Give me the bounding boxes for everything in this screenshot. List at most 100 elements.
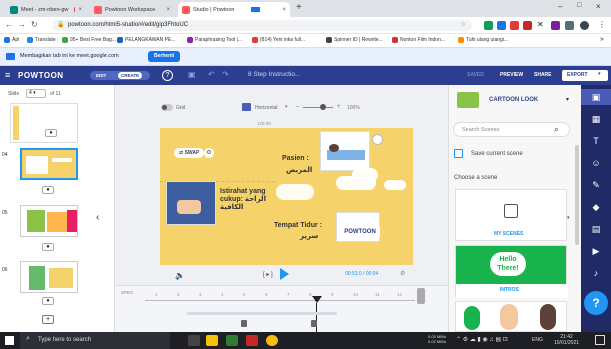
settings-icon[interactable]: ⚙: [400, 270, 405, 277]
slide-number-select[interactable]: 4 ▾: [26, 89, 46, 98]
chrome-icon[interactable]: [266, 335, 278, 346]
camera-icon[interactable]: ⏺: [42, 186, 54, 194]
language-indicator[interactable]: ENG: [532, 337, 543, 343]
profile-avatar[interactable]: [580, 21, 589, 30]
camera-icon[interactable]: ⏺: [45, 129, 57, 137]
hamburger-icon[interactable]: ≡: [5, 70, 10, 80]
slide-thumbnail-6[interactable]: [20, 261, 78, 293]
extension-icon[interactable]: [523, 21, 532, 30]
props-tool-icon[interactable]: ✎: [581, 177, 611, 193]
stop-sharing-button[interactable]: Berhenti: [148, 51, 181, 62]
video-tool-icon[interactable]: ▶: [581, 243, 611, 259]
close-icon[interactable]: ×: [282, 7, 286, 13]
app-icon[interactable]: [226, 335, 238, 346]
rest-image[interactable]: [166, 181, 216, 225]
bookmark-item[interactable]: 95+ Best Free Bag...: [62, 37, 116, 43]
slide-thumbnail-4[interactable]: [20, 148, 78, 180]
menu-dots-icon[interactable]: ⋮: [598, 20, 606, 29]
bookmark-item[interactable]: (814) Yeni inka full...: [252, 37, 305, 43]
camera-icon[interactable]: ⏺: [42, 243, 54, 251]
text-istirahat[interactable]: Istirahat yang cukup: الراحة الكافية: [220, 188, 280, 212]
forward-icon[interactable]: →: [18, 20, 26, 29]
play-icon[interactable]: [280, 268, 289, 280]
bookmark-item[interactable]: Translate: [27, 37, 56, 43]
chevron-down-icon[interactable]: ▾: [567, 215, 570, 221]
chevron-down-icon[interactable]: ▾: [285, 104, 288, 110]
scene-search-input[interactable]: Search Scenes ⌕: [453, 122, 570, 137]
text-tool-icon[interactable]: T: [581, 133, 611, 149]
sound-tool-icon[interactable]: ♪: [581, 265, 611, 281]
notifications-icon[interactable]: [595, 335, 605, 345]
zoom-handle[interactable]: [320, 104, 326, 110]
minimize-icon[interactable]: –: [558, 2, 562, 11]
backgrounds-tool-icon[interactable]: ▦: [581, 111, 611, 127]
intros-card[interactable]: Hello There! INTROS: [455, 245, 568, 298]
new-tab-button[interactable]: +: [296, 2, 302, 13]
camera-icon[interactable]: ⏺: [42, 297, 54, 305]
copy-icon[interactable]: ▣: [188, 70, 196, 79]
text-tempat-arabic[interactable]: سرير: [300, 232, 318, 240]
search-icon[interactable]: ⌕: [554, 124, 559, 135]
app-icon[interactable]: [246, 335, 258, 346]
text-pasien-arabic[interactable]: المريض: [286, 166, 312, 174]
orientation-label[interactable]: Horizontal: [255, 105, 278, 111]
chevron-left-icon[interactable]: ‹: [96, 212, 99, 223]
media-tool-icon[interactable]: ▤: [581, 221, 611, 237]
gear-icon[interactable]: ⚙: [204, 148, 214, 158]
clock[interactable]: 21:42 10/01/2021: [554, 334, 579, 346]
puzzle-icon[interactable]: [565, 21, 574, 30]
element-marker[interactable]: [241, 320, 247, 327]
add-slide-button[interactable]: +: [42, 315, 54, 324]
scene-canvas[interactable]: ⇄ SWAP ⚙ Pasien : المريض Istirahat yang …: [160, 128, 413, 265]
scenes-tool-icon[interactable]: ▣: [581, 89, 611, 105]
close-icon[interactable]: ×: [166, 7, 170, 13]
category-label[interactable]: CARTOON LOOK: [489, 97, 538, 103]
help-button[interactable]: ?: [584, 291, 608, 315]
url-field[interactable]: 🔒 powtoon.com/html5-studio/#/edit/gip3Fh…: [52, 20, 472, 31]
element-marker[interactable]: [311, 320, 317, 327]
zoom-in-icon[interactable]: +: [337, 104, 341, 110]
play-range-label[interactable]: [ ▸ ]: [263, 271, 273, 278]
characters-tool-icon[interactable]: ☺: [581, 155, 611, 171]
create-label[interactable]: CREATE: [118, 72, 143, 79]
my-scenes-card[interactable]: MY SCENES: [455, 189, 567, 241]
star-icon[interactable]: ☆: [461, 20, 466, 31]
zoom-out-icon[interactable]: –: [296, 104, 299, 110]
system-tray-icons[interactable]: ⌃ ⚙ ☁ ▮ ◉ ♫ ▤ ⊡: [456, 336, 508, 343]
file-explorer-icon[interactable]: [206, 335, 218, 346]
swap-button[interactable]: ⇄ SWAP: [174, 148, 205, 158]
more-bookmarks-icon[interactable]: »: [600, 36, 604, 43]
tab-meet[interactable]: Meet - zm-nben-gw ×: [6, 2, 86, 17]
text-tempat[interactable]: Tempat Tidur :: [274, 222, 322, 229]
bookmark-item[interactable]: PELANGKAWAN PE...: [117, 37, 175, 43]
bookmark-item[interactable]: Paraphrasing Tool |...: [187, 37, 242, 43]
taskbar-search-box[interactable]: ⌕ Type here to search: [20, 332, 170, 349]
reload-icon[interactable]: ↻: [31, 20, 38, 29]
text-pasien[interactable]: Pasien :: [282, 155, 309, 162]
timeline-scrollbar[interactable]: [187, 312, 337, 315]
bookmark-item[interactable]: Nonton Film Indon...: [392, 37, 445, 43]
powtoon-logo[interactable]: POWTOON: [18, 71, 64, 80]
redo-icon[interactable]: ↷: [222, 70, 229, 79]
zoom-slider[interactable]: [303, 107, 333, 108]
bookmark-item[interactable]: Apl: [4, 37, 19, 43]
maximize-icon[interactable]: □: [577, 2, 581, 9]
close-icon[interactable]: ×: [78, 7, 82, 13]
shapes-tool-icon[interactable]: ◆: [581, 199, 611, 215]
extension-icon[interactable]: [510, 21, 519, 30]
slide-thumbnail-3[interactable]: ⏺: [10, 103, 78, 143]
preview-button[interactable]: PREVIEW: [500, 72, 523, 78]
panel-scrollbar[interactable]: [575, 145, 579, 245]
powtoon-title[interactable]: 8 Step Instructio...: [248, 71, 300, 78]
window-close-icon[interactable]: ×: [596, 2, 601, 11]
bookmark-item[interactable]: Spinner ID | Rewrite...: [326, 37, 383, 43]
save-scene-button[interactable]: Save current scene: [471, 151, 523, 157]
tab-powtoon-workspace[interactable]: Powtoon Workspace ×: [90, 2, 174, 17]
chevron-down-icon[interactable]: ▾: [566, 96, 569, 103]
scene-card[interactable]: [455, 301, 567, 332]
help-icon[interactable]: ?: [162, 70, 173, 81]
close-icon[interactable]: ✕: [537, 20, 544, 29]
undo-icon[interactable]: ↶: [208, 70, 215, 79]
slide-thumbnail-5[interactable]: [20, 205, 78, 237]
timeline-scroll-handle[interactable]: [417, 288, 425, 304]
